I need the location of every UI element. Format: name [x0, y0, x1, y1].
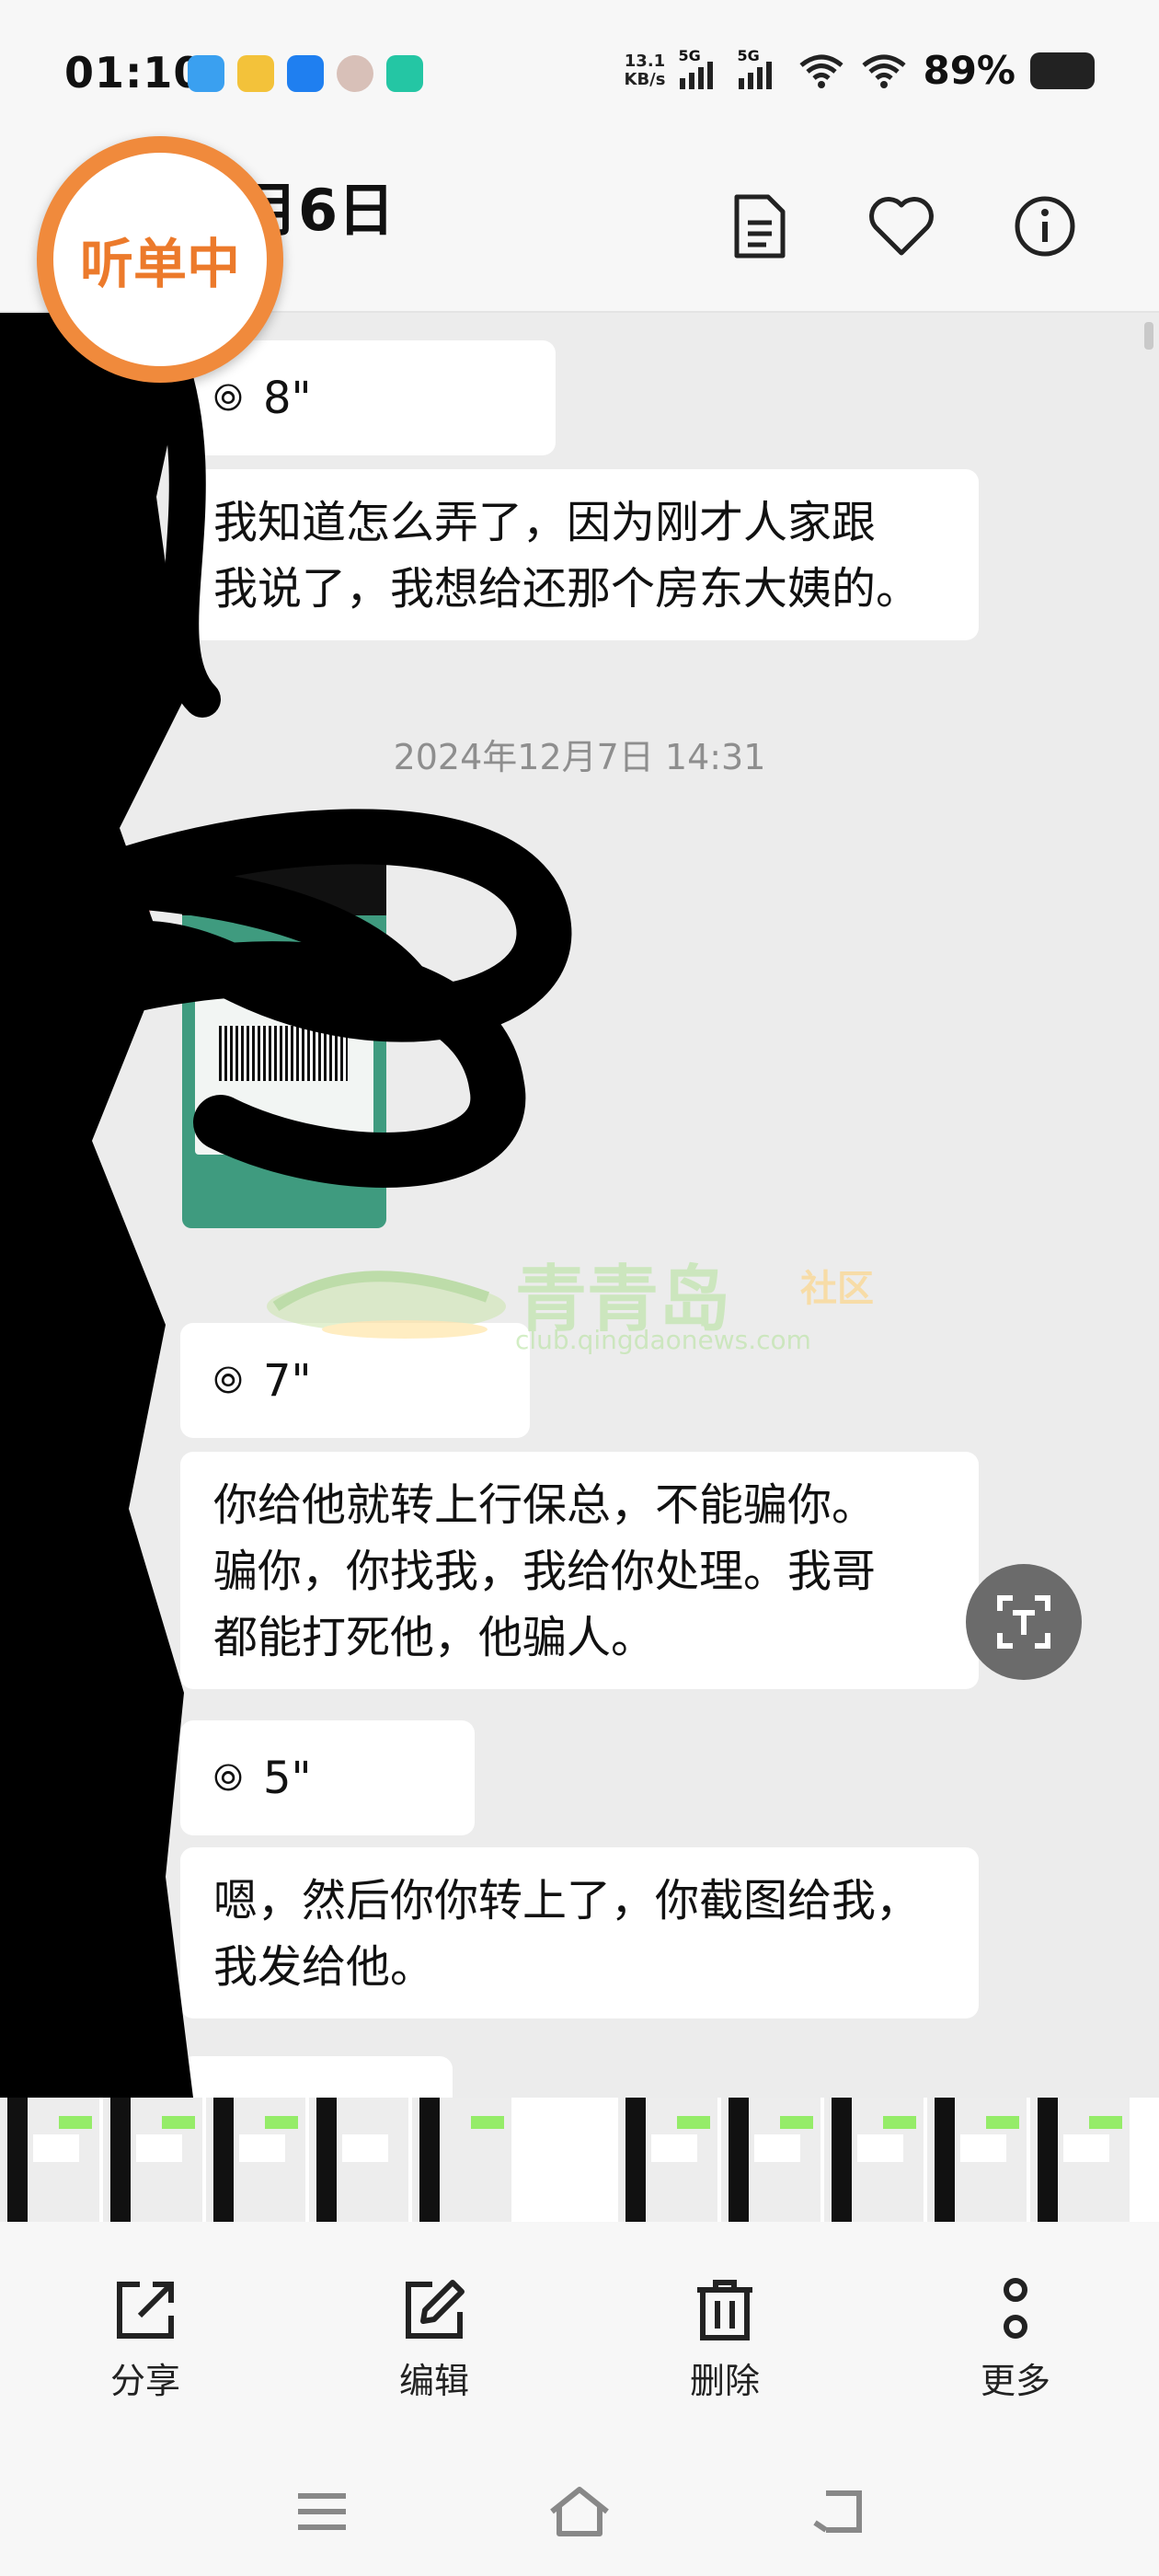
- thumbnail[interactable]: [515, 2098, 614, 2222]
- back-icon[interactable]: [800, 2479, 874, 2544]
- avatar-app-icon: [337, 55, 373, 92]
- info-icon[interactable]: [1008, 190, 1082, 263]
- wifi-2-icon: [862, 54, 907, 88]
- favorite-heart-icon[interactable]: [865, 190, 938, 263]
- payment-merchant: 城阳区宏进电子产品服务部: [202, 981, 357, 995]
- sim2-label: 5G: [737, 46, 760, 64]
- thumbnail[interactable]: [206, 2098, 305, 2222]
- edit-icon: [406, 2280, 465, 2339]
- thumbnail[interactable]: [0, 2098, 99, 2222]
- message-line: 我说了，我想给还那个房东大姨的。: [213, 563, 921, 615]
- thumbnail-current[interactable]: [618, 2098, 717, 2222]
- watermark-url: club.qingdaonews.com: [515, 1325, 811, 1355]
- scroll-indicator: [1144, 322, 1153, 350]
- voice-message[interactable]: ⦾ 8": [180, 340, 556, 455]
- network-speed-unit: KB/s: [624, 69, 666, 89]
- text-recognition-button[interactable]: [966, 1564, 1082, 1680]
- listening-badge-label: 听单中: [79, 233, 240, 295]
- thumbnail[interactable]: [721, 2098, 820, 2222]
- chat-screenshot: ⦾ 8" 我知道怎么弄了，因为刚才人家跟 我说了，我想给还那个房东大姨的。 20…: [0, 313, 1159, 2098]
- thumbnail[interactable]: [824, 2098, 924, 2222]
- lightning-app-icon: [287, 55, 324, 92]
- voice-message[interactable]: ⦾ 5": [180, 1720, 475, 1835]
- listening-order-badge[interactable]: 听单中: [37, 136, 283, 383]
- watermark-logo-icon: [267, 1271, 506, 1339]
- home-icon[interactable]: [543, 2479, 616, 2544]
- more-label: 更多: [980, 2361, 1050, 2401]
- thumbnail[interactable]: [103, 2098, 202, 2222]
- action-bar: 分享 编辑 删除 更多: [0, 2222, 1159, 2443]
- voice-duration: 8": [263, 372, 312, 424]
- battery-icon: [1030, 52, 1095, 89]
- voice-duration: 5": [263, 1752, 312, 1804]
- message-line: 骗你，你找我，我给你处理。我哥: [213, 1546, 877, 1597]
- network-speed-value: 13.1: [624, 51, 666, 71]
- text-message[interactable]: 我知道怎么弄了，因为刚才人家跟 我说了，我想给还那个房东大姨的。: [180, 469, 979, 640]
- delete-label: 删除: [689, 2361, 760, 2401]
- status-bar: 01:10 13.1 KB/s 5G 5G 89%: [0, 0, 1159, 156]
- avatar: [81, 846, 151, 916]
- cloud-app-icon: [188, 55, 224, 92]
- image-message[interactable]: 14:31 银行扫码付 城阳区宏进电子产品服务部: [182, 842, 386, 1228]
- share-icon: [117, 2282, 174, 2339]
- system-nav-bar: [0, 2443, 1159, 2576]
- qr-code-icon: [219, 1026, 348, 1081]
- thumbnail[interactable]: [309, 2098, 408, 2222]
- image-status-time: 14:31: [182, 842, 386, 915]
- avatar: [81, 1325, 151, 1395]
- document-icon[interactable]: [722, 190, 796, 263]
- voice-wave-icon: ⦾: [213, 1756, 243, 1800]
- message-line: 嗯，然后你你转上了，你截图给我，: [213, 1875, 921, 1926]
- text-message[interactable]: 嗯，然后你你转上了，你截图给我， 我发给他。: [180, 1847, 979, 2018]
- more-button[interactable]: 更多: [942, 2277, 1089, 2403]
- share-label: 分享: [109, 2361, 180, 2401]
- signal-2-icon: 5G: [737, 47, 783, 89]
- message-line: 都能打死他，他骗人。: [213, 1612, 656, 1663]
- message-timestamp: 2024年12月7日 14:31: [393, 737, 766, 777]
- menu-icon[interactable]: [285, 2479, 359, 2544]
- duck-app-icon: [237, 55, 274, 92]
- voice-wave-icon: ⦾: [213, 1359, 243, 1402]
- status-time: 01:10: [64, 48, 204, 98]
- payment-title: 银行扫码付: [202, 962, 267, 977]
- network-speed: 13.1 KB/s: [625, 52, 666, 89]
- thumbnail[interactable]: [412, 2098, 511, 2222]
- wifi-1-icon: [799, 54, 844, 88]
- thumbnail[interactable]: [1030, 2098, 1130, 2222]
- text-message[interactable]: 你给他就转上行保总，不能骗你。 骗你，你找我，我给你处理。我哥 都能打死他，他骗…: [180, 1452, 979, 1689]
- notification-icons: [188, 55, 423, 92]
- share-button[interactable]: 分享: [72, 2277, 219, 2403]
- next-message-partial[interactable]: [180, 2056, 453, 2098]
- more-icon: [1004, 2278, 1027, 2339]
- watermark-tag: 社区: [800, 1268, 874, 1310]
- voice-wave-icon: ⦾: [213, 376, 243, 420]
- edit-label: 编辑: [398, 2361, 469, 2401]
- delete-button[interactable]: 删除: [651, 2277, 798, 2403]
- thumbnail[interactable]: [927, 2098, 1027, 2222]
- leaf-app-icon: [386, 55, 423, 92]
- thumbnail-strip[interactable]: [0, 2098, 1159, 2222]
- status-indicators: 13.1 KB/s 5G 5G 89%: [625, 47, 1095, 93]
- message-line: 我发给他。: [213, 1941, 435, 1993]
- signal-1-icon: 5G: [678, 47, 724, 89]
- message-line: 你给他就转上行保总，不能骗你。: [213, 1479, 877, 1531]
- scan-text-icon: [997, 1595, 1050, 1649]
- avatar: [81, 1730, 151, 1800]
- watermark: 青青岛 社区 club.qingdaonews.com: [248, 1233, 892, 1371]
- trash-icon: [697, 2280, 752, 2340]
- battery-percent: 89%: [923, 48, 1016, 93]
- sim1-label: 5G: [678, 46, 701, 64]
- edit-button[interactable]: 编辑: [361, 2277, 508, 2403]
- message-line: 我知道怎么弄了，因为刚才人家跟: [213, 497, 877, 548]
